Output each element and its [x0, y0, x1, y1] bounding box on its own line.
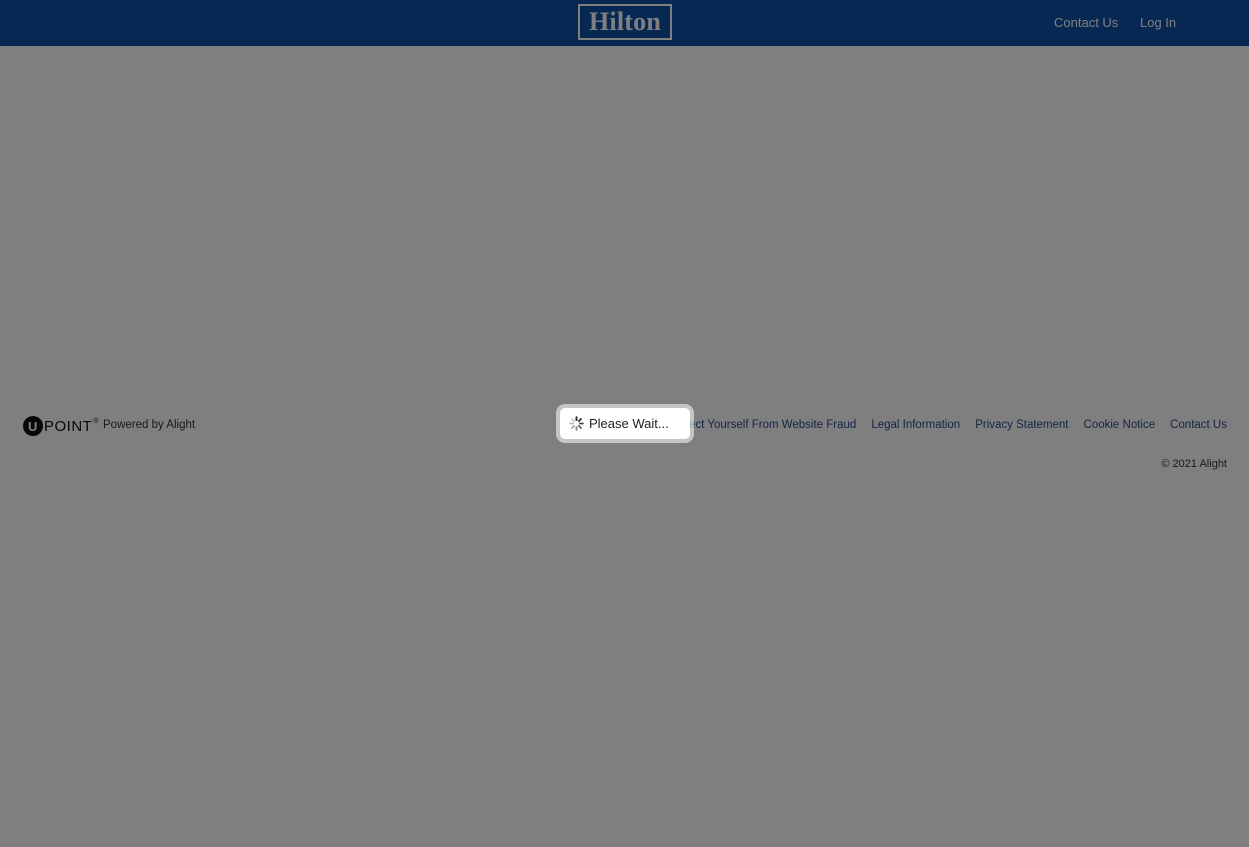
please-wait-text: Please Wait... — [589, 416, 669, 431]
please-wait-dialog: Please Wait... — [560, 408, 690, 439]
loading-spinner-icon — [569, 416, 584, 431]
